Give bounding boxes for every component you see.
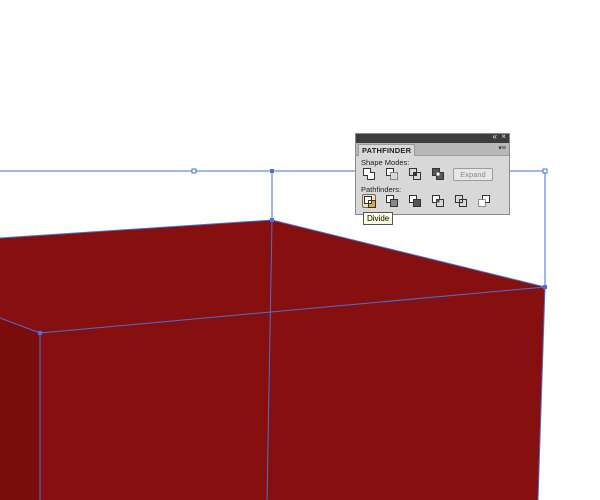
minus-back-button[interactable] <box>477 194 491 208</box>
exclude-button[interactable] <box>431 167 445 181</box>
close-panel-icon[interactable]: × <box>501 132 506 142</box>
divide-tooltip: Divide <box>363 212 394 225</box>
artboard[interactable] <box>0 0 600 500</box>
minus-back-icon <box>478 195 490 207</box>
tab-pathfinder[interactable]: PATHFINDER <box>358 144 416 156</box>
panel-tab-row: PATHFINDER ▾≡ <box>356 143 509 156</box>
trim-button[interactable] <box>385 194 399 208</box>
minus-front-icon <box>386 168 398 180</box>
expand-button[interactable]: Expand <box>453 168 493 181</box>
box-left-face[interactable] <box>0 318 40 500</box>
exclude-icon <box>432 168 444 180</box>
intersect-button[interactable] <box>408 167 422 181</box>
collapse-panel-icon[interactable]: « <box>493 132 497 142</box>
crop-icon <box>432 195 444 207</box>
crop-button[interactable] <box>431 194 445 208</box>
merge-icon <box>409 195 421 207</box>
outline-icon <box>455 195 467 207</box>
merge-button[interactable] <box>408 194 422 208</box>
unite-button[interactable] <box>362 167 376 181</box>
divide-button[interactable] <box>362 194 376 208</box>
shape-modes-label: Shape Modes: <box>361 158 410 167</box>
intersect-icon <box>409 168 421 180</box>
unite-icon <box>363 168 375 180</box>
minus-front-button[interactable] <box>385 167 399 181</box>
outline-button[interactable] <box>454 194 468 208</box>
pathfinders-label: Pathfinders: <box>361 185 402 194</box>
panel-titlebar[interactable]: « × <box>356 132 509 143</box>
panel-menu-icon[interactable]: ▾≡ <box>498 143 506 155</box>
trim-icon <box>386 195 398 207</box>
bounding-box-handle-top-center[interactable] <box>191 168 197 174</box>
bounding-box-handle-top-right[interactable] <box>542 168 548 174</box>
pathfinder-panel[interactable]: « × PATHFINDER ▾≡ Shape Modes: Expand Pa… <box>355 132 510 215</box>
divide-icon <box>364 196 376 208</box>
